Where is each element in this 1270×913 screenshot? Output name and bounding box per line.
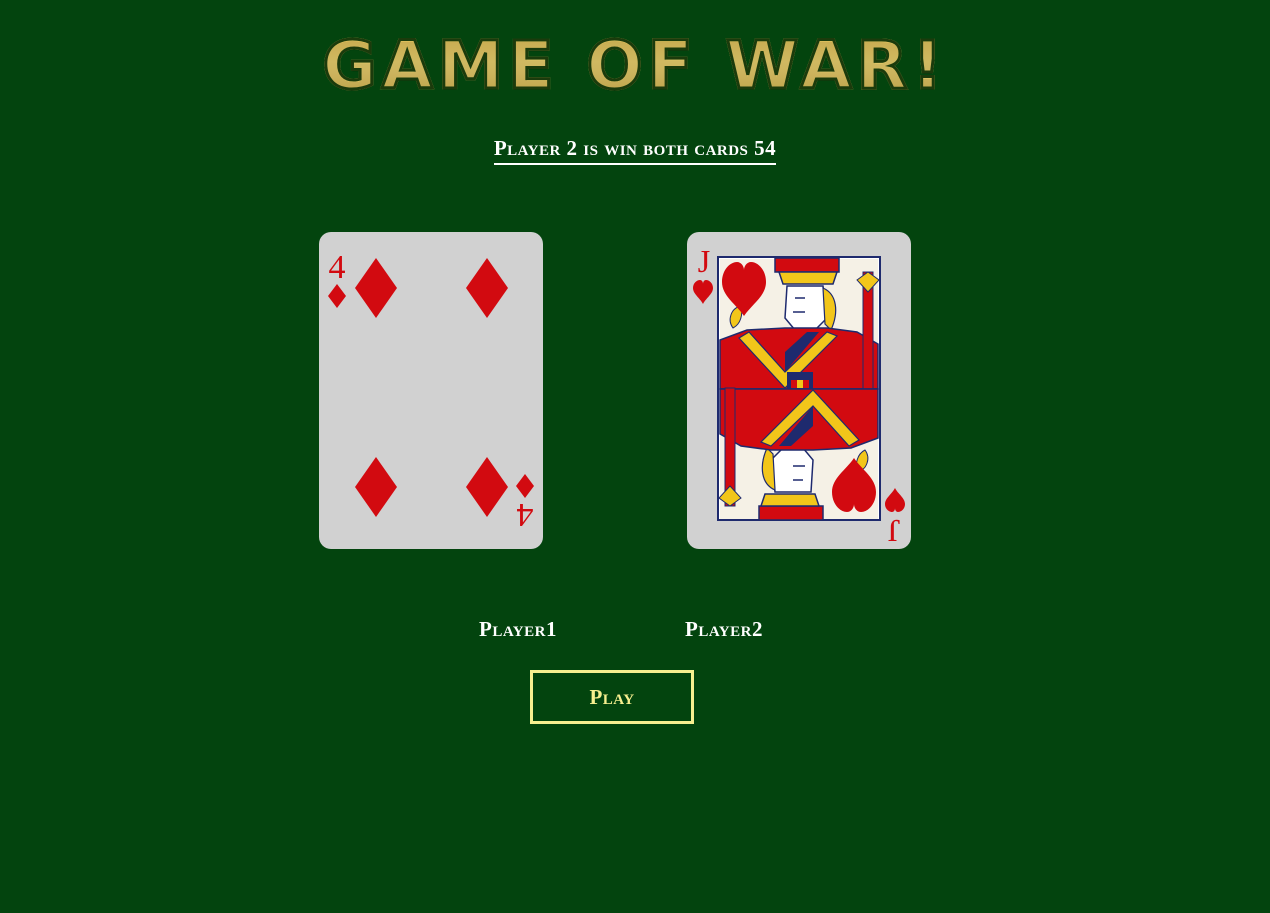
title-container: Game of War! xyxy=(0,26,1270,106)
diamond-pip-icon xyxy=(355,258,397,318)
card-rank-corner: 4 xyxy=(329,249,346,286)
card-rank-corner-inverted: J xyxy=(888,513,900,549)
four-of-diamonds-card: 4 4 xyxy=(328,249,534,533)
play-button[interactable]: Play xyxy=(530,670,694,724)
diamond-pip-icon xyxy=(466,457,508,517)
game-title: Game of War! xyxy=(321,26,948,106)
player2-label: Player2 xyxy=(685,617,763,641)
diamond-icon xyxy=(328,284,346,308)
jack-of-hearts-card: J J xyxy=(693,243,905,549)
card-rank-corner-inverted: 4 xyxy=(517,496,534,533)
card-rank-corner: J xyxy=(698,243,710,279)
player1-card: 4 4 xyxy=(319,232,543,549)
heart-icon xyxy=(693,280,713,304)
status-container: Player 2 is win both cards 54 xyxy=(0,134,1270,165)
round-result-status: Player 2 is win both cards 54 xyxy=(493,134,777,165)
diamond-pip-icon xyxy=(466,258,508,318)
player2-card: J J xyxy=(687,232,911,549)
diamond-icon xyxy=(516,474,534,498)
player1-label: Player1 xyxy=(479,617,557,641)
heart-icon xyxy=(885,488,905,512)
diamond-pip-icon xyxy=(355,457,397,517)
